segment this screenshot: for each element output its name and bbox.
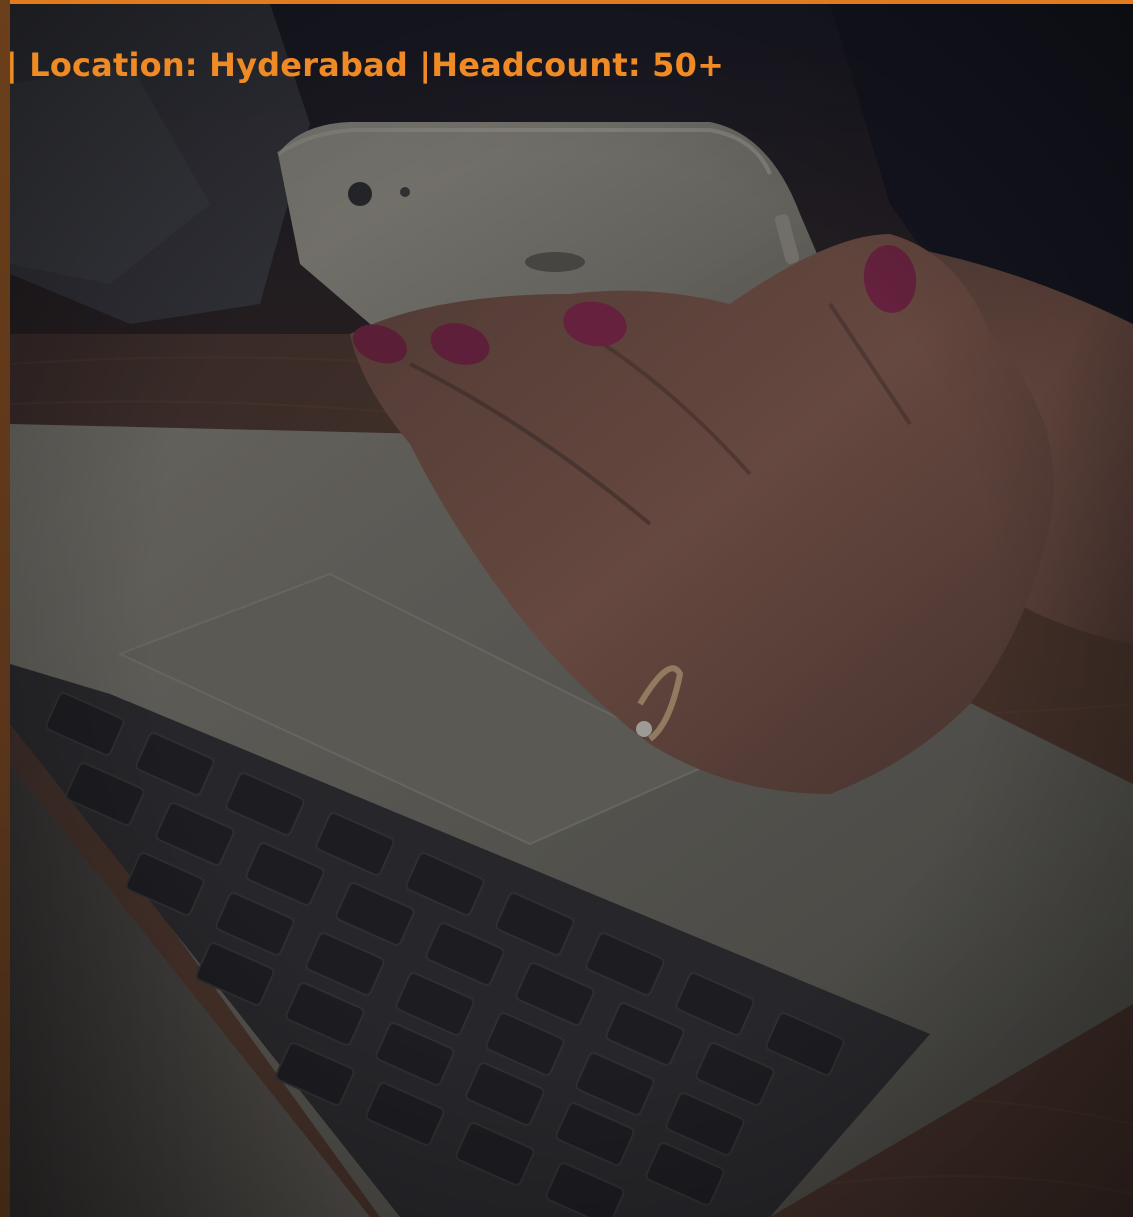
location-headcount-banner: | Location: Hyderabad |Headcount: 50+ bbox=[6, 46, 724, 84]
location-label: Location: Hyderabad bbox=[29, 46, 408, 84]
hero-banner: | Location: Hyderabad |Headcount: 50+ bbox=[0, 0, 1133, 1217]
headcount-label: Headcount: 50+ bbox=[431, 46, 725, 84]
photo-illustration bbox=[10, 4, 1133, 1217]
pipe-separator: | bbox=[6, 46, 18, 84]
background-photo bbox=[10, 4, 1133, 1217]
left-border bbox=[0, 0, 10, 1217]
pipe-separator: | bbox=[419, 46, 432, 84]
